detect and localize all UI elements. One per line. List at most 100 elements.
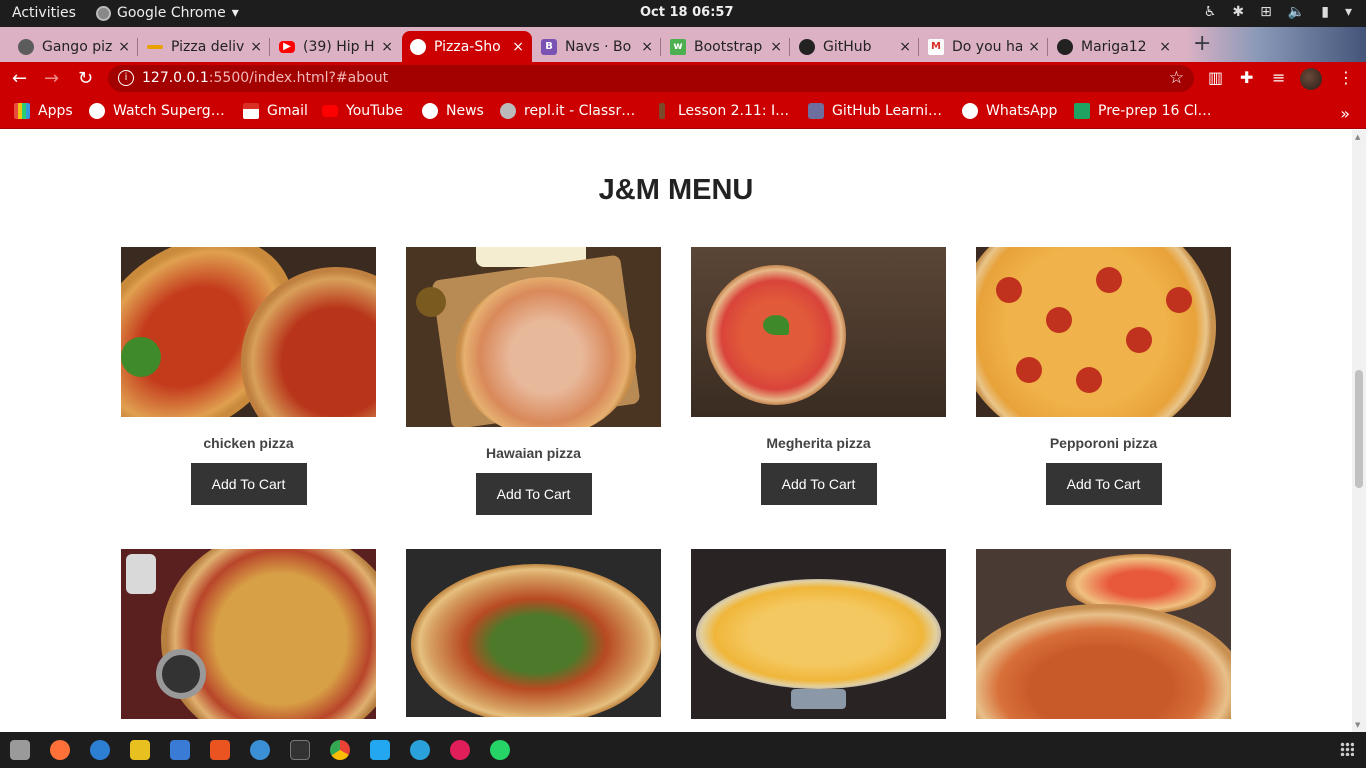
bookmark-label: Watch Superg… [113,103,225,119]
bookmark-gmail[interactable]: Gmail [243,103,308,119]
close-icon[interactable]: × [1028,39,1040,55]
app-menu[interactable]: Google Chrome ▾ [96,5,239,21]
volume-icon[interactable]: 🔈 [1288,4,1305,20]
software-center-icon[interactable] [210,740,230,760]
reload-icon[interactable]: ↻ [78,68,93,89]
chrome-icon[interactable] [330,740,350,760]
back-arrow-icon[interactable]: ← [12,68,27,89]
close-icon[interactable]: × [770,39,782,55]
bookmark-pre-prep[interactable]: Pre-prep 16 Cl… [1074,103,1212,119]
close-icon[interactable]: × [381,39,393,55]
media-control-icon[interactable]: ≡ [1272,68,1285,87]
files-icon[interactable] [10,740,30,760]
close-icon[interactable]: × [118,39,130,55]
slack-icon[interactable] [450,740,470,760]
activities-button[interactable]: Activities [12,5,76,21]
tab-strip: Gango piz × Pizza deliv × ▶ (39) Hip H ×… [0,27,1366,62]
sheets-icon [1074,103,1090,119]
firefox-icon[interactable] [50,740,70,760]
bookmark-news[interactable]: News [422,103,484,119]
tab-pizza-shop[interactable]: Pizza-Sho × [402,31,532,62]
rhythmbox-icon[interactable] [130,740,150,760]
show-applications-icon[interactable] [1340,742,1354,756]
tab-mariga12[interactable]: Mariga12 × [1049,31,1179,62]
tab-gmail[interactable]: M Do you ha × [920,31,1048,62]
bookmark-lesson[interactable]: Lesson 2.11: I… [654,103,789,119]
help-icon[interactable] [250,740,270,760]
whatsapp-icon[interactable] [490,740,510,760]
github-icon [799,38,815,55]
more-vertical-icon[interactable]: ⋮ [1338,68,1354,87]
window-controls[interactable] [1186,27,1366,62]
globe-icon [422,103,438,119]
extensions-puzzle-icon[interactable]: ✚ [1240,68,1253,87]
telegram-icon[interactable] [410,740,430,760]
terminal-icon[interactable] [290,740,310,760]
chrome-icon [96,5,111,21]
tab-youtube[interactable]: ▶ (39) Hip H × [271,31,401,62]
chicken-pizza-image [121,247,376,417]
close-icon[interactable]: × [250,39,262,55]
vscode-icon[interactable] [370,740,390,760]
tab-separator [269,38,270,56]
github-icon [1057,38,1073,55]
youtube-icon: ▶ [279,40,295,53]
scroll-up-icon[interactable]: ▲ [1355,133,1360,141]
tab-navs-bootstrap[interactable]: B Navs · Bo × [533,31,661,62]
close-icon[interactable]: × [1159,39,1171,55]
add-to-cart-button[interactable]: Add To Cart [475,473,592,515]
globe-icon [410,38,426,55]
tab-title: GitHub [823,38,872,55]
url-text[interactable]: 127.0.0.1:5500/index.html?#about [142,70,388,86]
tab-gango-pizza[interactable]: Gango piz × [10,31,138,62]
accessibility-icon[interactable]: ♿ [1204,4,1217,20]
sausage-pizza-image [976,549,1231,719]
tab-title: Pizza-Sho [434,38,501,55]
add-to-cart-button[interactable]: Add To Cart [760,463,877,505]
supreme-pizza-image [121,549,376,719]
tab-separator [137,38,138,56]
scrollbar-thumb[interactable] [1355,370,1363,488]
add-to-cart-button[interactable]: Add To Cart [1045,463,1162,505]
site-info-icon[interactable]: i [118,70,134,86]
bookmark-github-learning[interactable]: GitHub Learni… [808,103,942,119]
address-bar[interactable]: i 127.0.0.1:5500/index.html?#about ☆ [108,65,1194,92]
chevron-down-icon[interactable]: ▾ [1345,4,1352,20]
system-tray[interactable]: ♿ ✱ ⊞ 🔈 ▮ ▾ [1204,4,1352,20]
tab-bootstrap[interactable]: w Bootstrap × [662,31,790,62]
tab-github[interactable]: GitHub × [791,31,919,62]
bookmarks-overflow-button[interactable]: » [1340,104,1350,123]
close-icon[interactable]: × [899,39,911,55]
bookmark-star-icon[interactable]: ☆ [1169,68,1184,88]
slack-icon[interactable]: ✱ [1232,4,1244,20]
thunderbird-icon[interactable] [90,740,110,760]
forward-arrow-icon[interactable]: → [44,68,59,89]
clock[interactable]: Oct 18 06:57 [640,5,734,20]
tab-title: Mariga12 [1081,38,1147,55]
bookmark-watch-supergirl[interactable]: Watch Superg… [89,103,225,119]
close-icon[interactable]: × [512,39,524,55]
tab-title: Pizza deliv [171,38,245,55]
bookmark-replit[interactable]: repl.it - Classr… [500,103,635,119]
scroll-down-icon[interactable]: ▼ [1355,721,1360,729]
url-path: :5500/index.html?#about [208,70,389,86]
bookmark-apps[interactable]: Apps [14,103,73,119]
menu-card-sausage-pizza [976,549,1231,719]
item-name: Pepporoni pizza [1049,435,1158,451]
libreoffice-writer-icon[interactable] [170,740,190,760]
tab-title: (39) Hip H [303,38,375,55]
bookmarks-bar: Apps Watch Superg… Gmail YouTube News re… [0,95,1366,129]
item-name: Megherita pizza [766,435,871,451]
page-scrollbar[interactable]: ▲ ▼ [1352,130,1366,732]
bookmark-label: YouTube [346,103,403,119]
tree-icon [659,103,665,119]
add-to-cart-button[interactable]: Add To Cart [190,463,307,505]
bookmark-youtube[interactable]: YouTube [322,103,403,119]
network-icon[interactable]: ⊞ [1260,4,1272,20]
audio-extension-icon[interactable]: ▥ [1208,68,1223,87]
bookmark-whatsapp[interactable]: WhatsApp [962,103,1057,119]
close-icon[interactable]: × [641,39,653,55]
battery-icon[interactable]: ▮ [1321,4,1329,20]
profile-avatar[interactable] [1300,68,1322,90]
tab-pizza-delivery[interactable]: Pizza deliv × [139,31,270,62]
